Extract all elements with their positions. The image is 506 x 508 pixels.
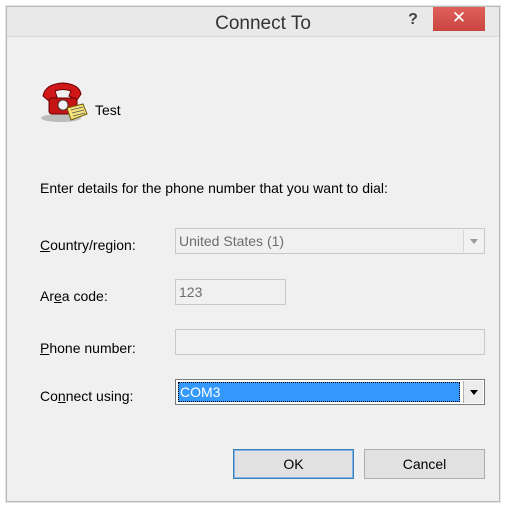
ok-button[interactable]: OK [233, 449, 354, 479]
phone-number-field[interactable] [175, 329, 485, 355]
country-region-value: United States (1) [179, 233, 285, 249]
area-code-label: Area code: [40, 288, 108, 304]
phone-connection-icon [41, 82, 88, 122]
help-button[interactable]: ? [398, 8, 428, 32]
country-region-dropdown[interactable]: United States (1) [175, 228, 485, 254]
connect-using-label: Connect using: [40, 388, 134, 404]
country-region-label: Country/region: [40, 237, 136, 253]
instruction-text: Enter details for the phone number that … [40, 180, 388, 196]
connection-name: Test [95, 102, 121, 118]
chevron-down-icon[interactable] [463, 381, 483, 403]
connect-using-value: COM3 [178, 382, 460, 402]
cancel-button[interactable]: Cancel [364, 449, 485, 479]
phone-number-label: Phone number: [40, 340, 136, 356]
title-bar[interactable]: Connect To ? ✕ [7, 7, 499, 37]
connect-using-dropdown[interactable]: COM3 [175, 379, 485, 405]
chevron-down-icon[interactable] [463, 230, 483, 252]
close-button[interactable]: ✕ [433, 7, 485, 31]
connect-to-dialog: Connect To ? ✕ Test Enter details for th… [6, 6, 500, 502]
area-code-field[interactable]: 123 [175, 279, 286, 305]
